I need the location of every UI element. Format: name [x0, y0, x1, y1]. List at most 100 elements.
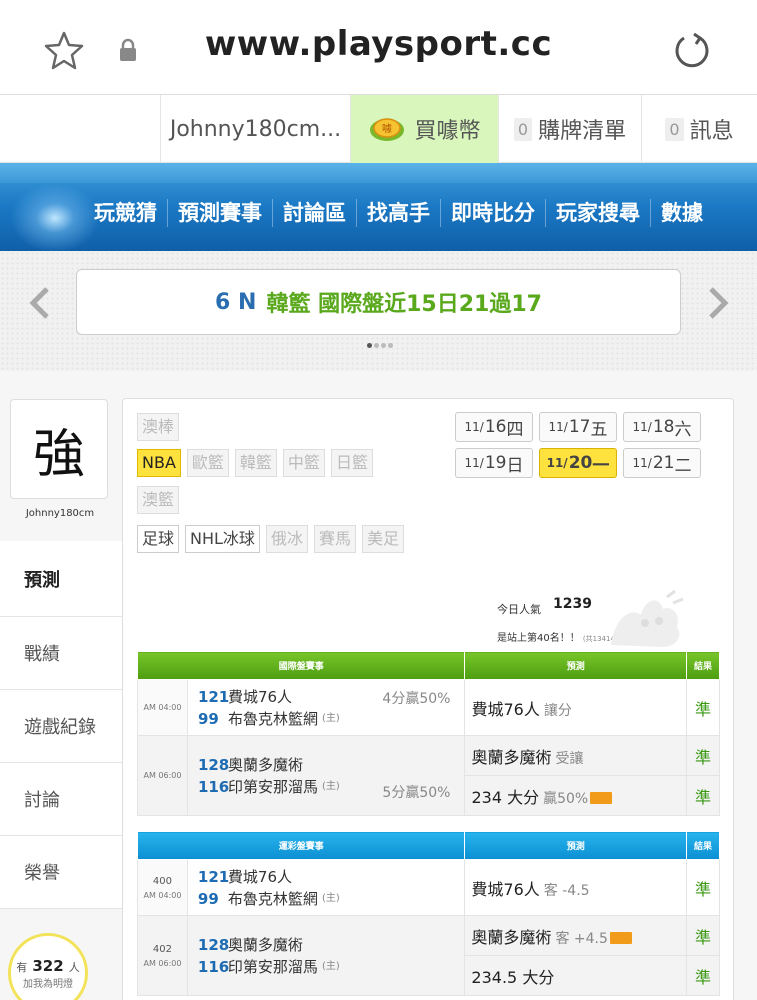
- browser-bar: www.playsport.cc: [0, 0, 757, 95]
- ticker-box[interactable]: 6 N 韓籃 國際盤近15日21過17: [76, 269, 681, 335]
- date-month: 11/: [464, 456, 484, 470]
- prediction-detail: 讓分: [543, 702, 572, 719]
- table-header-result: 結果: [686, 831, 720, 860]
- game-number: 402: [152, 943, 172, 955]
- date-day: 18: [652, 417, 675, 437]
- ticker-code: 6 N: [215, 289, 257, 315]
- side-menu-item[interactable]: 討論: [0, 763, 122, 836]
- team-name[interactable]: 印第安那溜馬: [228, 776, 318, 798]
- carousel-dot[interactable]: [381, 343, 386, 348]
- league-tab: 俄冰: [265, 525, 308, 553]
- chevron-left-icon[interactable]: [25, 283, 55, 323]
- team-name[interactable]: 印第安那溜馬: [228, 956, 318, 978]
- result-cell: 準: [686, 679, 720, 736]
- cart-link[interactable]: 0 購牌清單: [498, 95, 641, 163]
- team-number: 121: [197, 867, 230, 886]
- team-name[interactable]: 布魯克林籃網: [228, 708, 318, 730]
- date-month: 11/: [632, 456, 652, 470]
- side-menu-item[interactable]: 預測: [0, 541, 122, 617]
- date-weekday: 四: [506, 419, 524, 440]
- nav-item[interactable]: 預測賽事: [168, 199, 273, 227]
- fans-count: 322: [32, 957, 64, 975]
- nav-item[interactable]: 玩家搜尋: [546, 199, 651, 227]
- date-day: 20: [568, 453, 593, 473]
- prediction-cell: 費城76人 讓分: [464, 679, 688, 736]
- url-bar[interactable]: www.playsport.cc: [0, 24, 757, 64]
- game-time-text: AM 06:00: [143, 958, 182, 968]
- team-number: 116: [197, 957, 230, 976]
- nav-item[interactable]: 數據: [651, 199, 713, 227]
- message-count: 0: [665, 117, 684, 141]
- chevron-right-icon[interactable]: [703, 283, 733, 323]
- league-tab[interactable]: NBA: [137, 449, 181, 477]
- carousel-dot[interactable]: [388, 343, 393, 348]
- cart-count: 0: [513, 117, 533, 141]
- date-weekday: 五: [590, 419, 608, 440]
- team-name[interactable]: 奧蘭多魔術: [228, 934, 303, 956]
- date-button[interactable]: 11/18 六: [623, 412, 701, 442]
- side-menu-item[interactable]: 遊戲紀錄: [0, 690, 122, 763]
- rank-main: 是站上第40名！！: [497, 633, 580, 644]
- date-button[interactable]: 11/16 四: [455, 412, 533, 442]
- home-marker: (主): [321, 780, 340, 792]
- prediction-cell: 奧蘭多魔術 受讓: [464, 735, 688, 776]
- date-button[interactable]: 11/21 二: [623, 448, 701, 478]
- prediction-detail: 客 +4.5: [555, 930, 608, 947]
- side-menu-item[interactable]: 戰績: [0, 617, 122, 690]
- buy-coins-label: 買噱幣: [414, 119, 481, 144]
- home-marker: (主): [321, 712, 340, 724]
- team-name[interactable]: 奧蘭多魔術: [228, 754, 303, 776]
- game-time-text: AM 06:00: [143, 771, 182, 780]
- username-link[interactable]: Johnny180cm...: [160, 95, 350, 163]
- nav-item[interactable]: 找高手: [357, 199, 441, 227]
- league-tab: 歐籃: [186, 449, 229, 477]
- table-header-row: 國際盤賽事 預測 結果: [136, 651, 720, 680]
- prediction-main: 奧蘭多魔術: [471, 927, 552, 947]
- team-number: 128: [197, 935, 230, 954]
- prediction-detail: 客 -4.5: [543, 882, 590, 899]
- avatar-character: 強: [32, 424, 85, 485]
- home-marker: (主): [321, 892, 340, 904]
- date-day: 21: [652, 453, 675, 473]
- team-name[interactable]: 費城76人: [228, 866, 292, 888]
- home-marker: (主): [321, 960, 340, 972]
- content-area: 強 Johnny180cm 預測 戰績 遊戲紀錄 討論 榮譽 有 322 人 加我為明燈…: [0, 371, 757, 1000]
- popularity-count: 1239: [553, 596, 592, 612]
- nav-item[interactable]: 玩競猜: [84, 199, 168, 227]
- odds-note: 4分贏50%: [382, 691, 451, 707]
- game-teams: 121 費城76人 99 布魯克林籃網 (主) 4分贏50%: [186, 679, 466, 736]
- date-button[interactable]: 11/17 五: [539, 412, 617, 442]
- prediction-main: 費城76人: [471, 699, 540, 719]
- carousel-dot[interactable]: [374, 343, 379, 348]
- date-button[interactable]: 11/20 一: [539, 448, 617, 478]
- ticker-area: 6 N 韓籃 國際盤近15日21過17: [0, 251, 757, 371]
- follow-badge[interactable]: 有 322 人 加我為明燈: [8, 933, 88, 1000]
- side-menu-item[interactable]: 榮譽: [0, 836, 122, 909]
- prediction-detail: 贏50%: [543, 790, 589, 807]
- team-line: 99 布魯克林籃網 (主): [198, 888, 465, 910]
- reload-icon[interactable]: [672, 30, 712, 70]
- league-tab[interactable]: 足球: [137, 525, 180, 553]
- game-number: 400: [152, 875, 172, 887]
- prediction-main: 234 大分: [471, 787, 540, 807]
- buy-coins-button[interactable]: 噱 買噱幣: [350, 95, 498, 163]
- messages-link[interactable]: 0 訊息: [641, 95, 757, 163]
- result-cell: 準: [686, 735, 720, 776]
- league-tab[interactable]: NHL冰球: [185, 525, 260, 553]
- carousel-dot[interactable]: [367, 343, 372, 348]
- league-row: 澳籃: [137, 486, 180, 514]
- team-name[interactable]: 費城76人: [228, 686, 292, 708]
- team-name[interactable]: 布魯克林籃網: [228, 888, 318, 910]
- coin-badge-text: 噱: [382, 122, 392, 135]
- nav-item[interactable]: 即時比分: [441, 199, 546, 227]
- date-weekday: 二: [674, 455, 692, 476]
- cart-label: 購牌清單: [538, 119, 627, 144]
- nav-item[interactable]: 討論區: [273, 199, 357, 227]
- avatar[interactable]: 強: [10, 399, 108, 499]
- fans-unit: 人: [68, 961, 80, 974]
- date-button[interactable]: 11/19 日: [455, 448, 533, 478]
- date-weekday: 一: [592, 455, 610, 476]
- team-line: 128 奧蘭多魔術: [198, 934, 465, 956]
- table-header-prediction: 預測: [464, 831, 687, 860]
- team-line: 99 布魯克林籃網 (主): [198, 708, 465, 730]
